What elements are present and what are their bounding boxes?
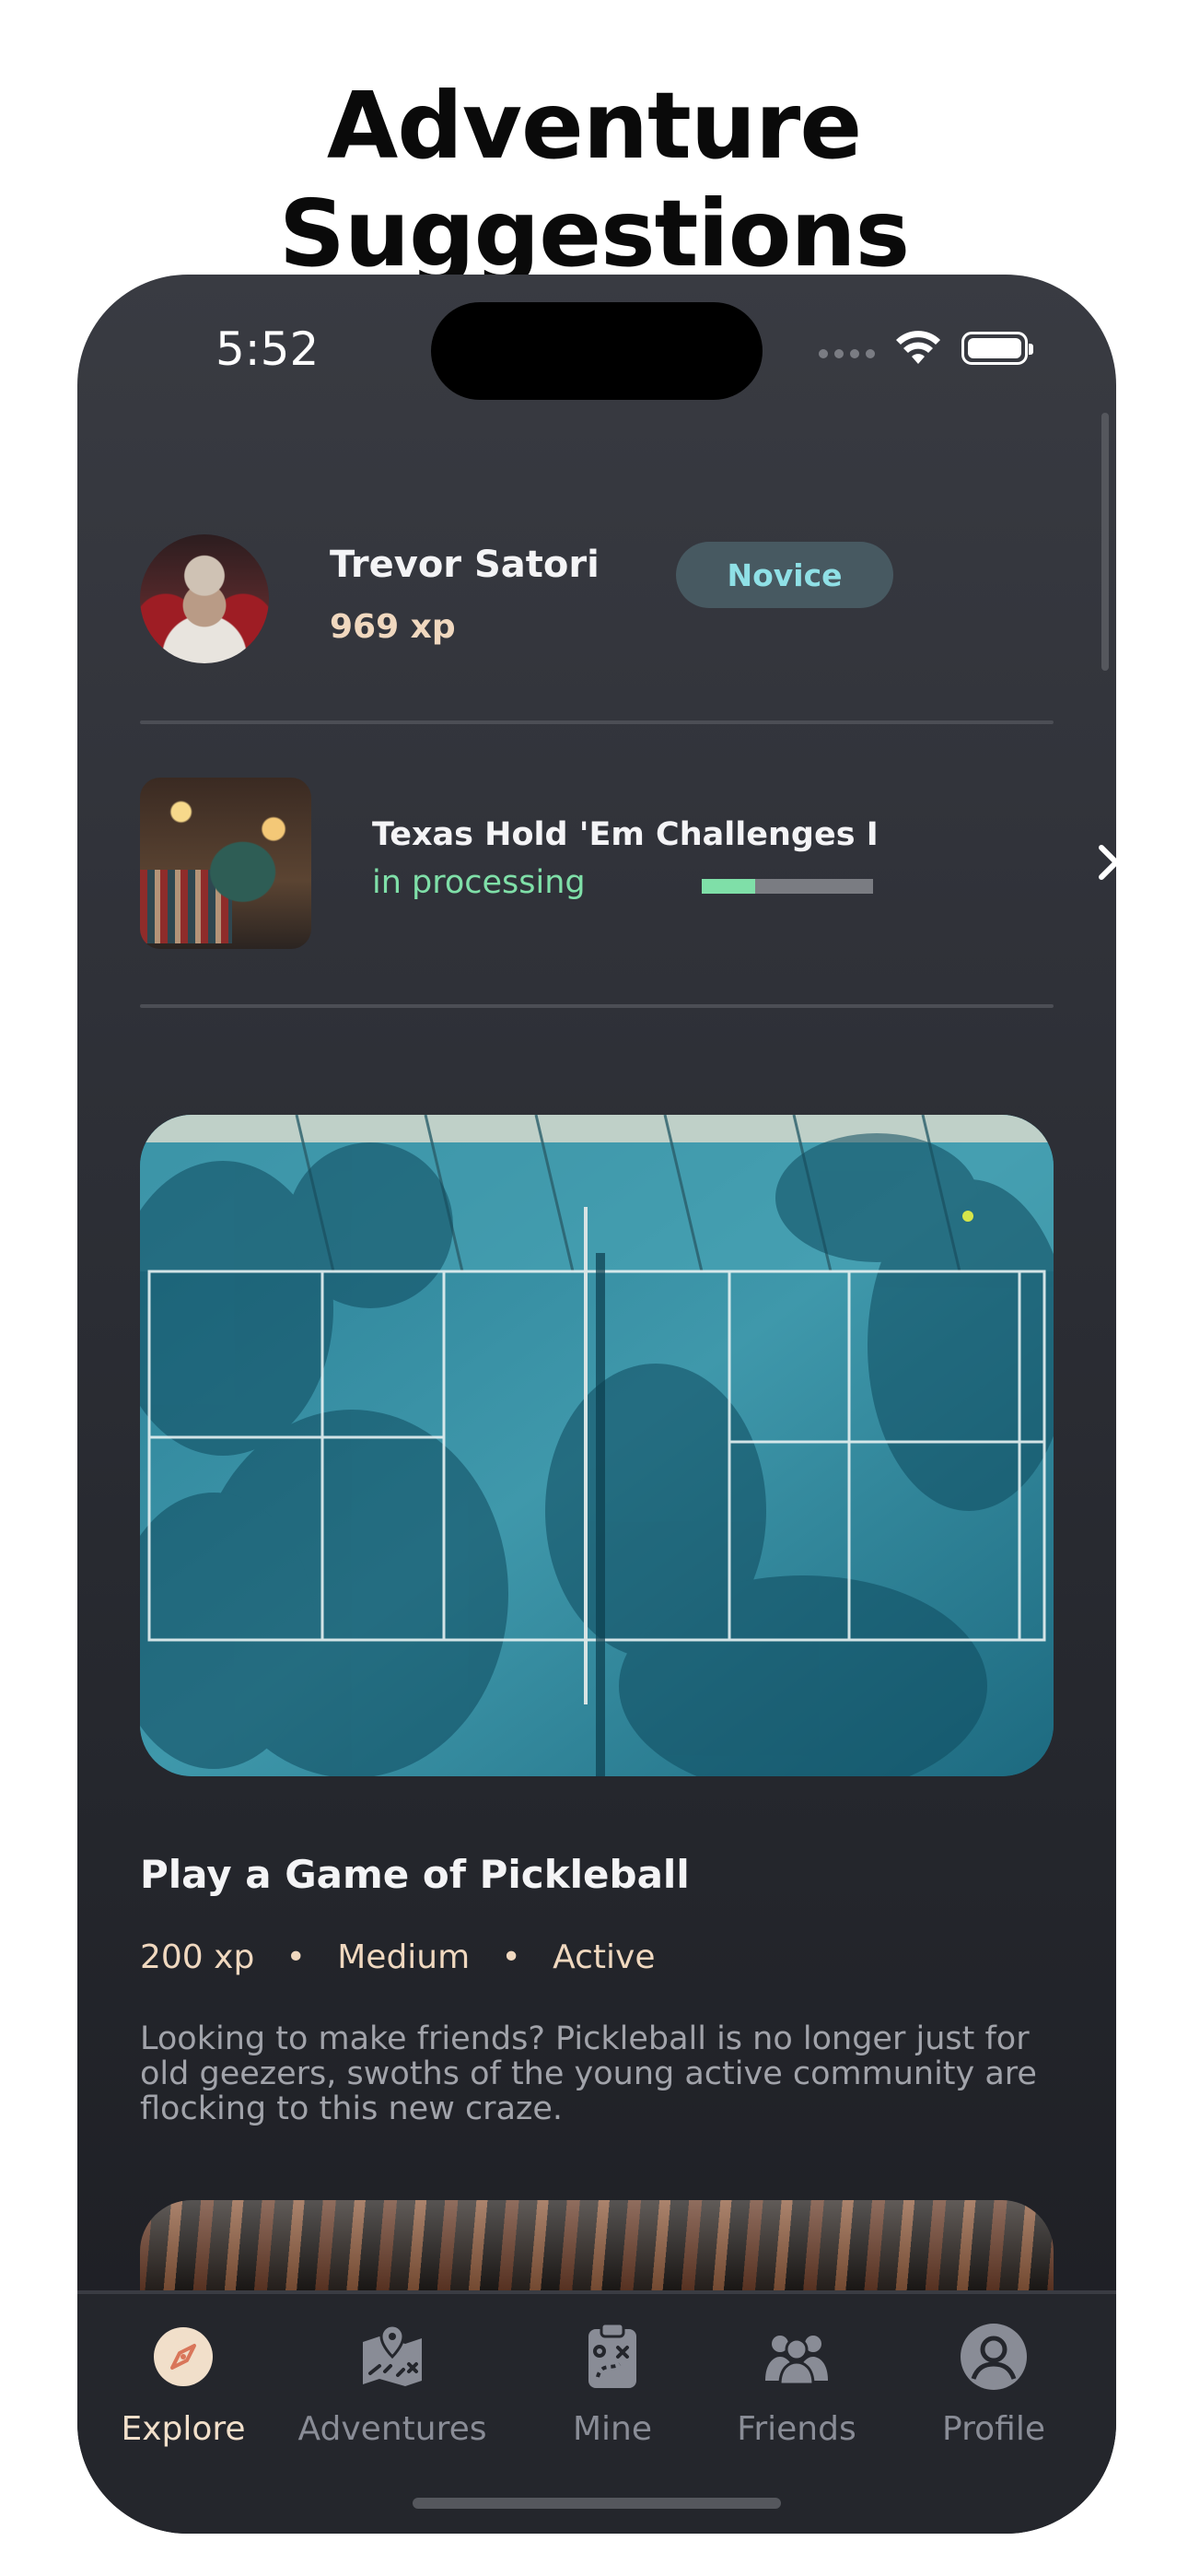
tab-label: Profile: [942, 2410, 1045, 2448]
scrollbar[interactable]: [1101, 413, 1109, 671]
tab-friends[interactable]: Friends: [691, 2320, 903, 2448]
suggestion-xp: 200 xp: [140, 1938, 255, 1976]
suggestion-meta: 200 xp • Medium • Active: [140, 1938, 655, 1976]
signal-icon: [819, 349, 875, 358]
current-challenge-card[interactable]: Texas Hold 'Em Challenges I in processin…: [140, 778, 1116, 949]
profile-summary[interactable]: Trevor Satori 969 xp Novice: [140, 534, 1054, 663]
challenge-progress-bar: [702, 879, 873, 894]
user-xp: 969 xp: [330, 608, 456, 646]
person-icon: [961, 2324, 1027, 2390]
battery-icon: [961, 332, 1033, 365]
challenge-thumbnail: [140, 778, 311, 949]
tab-label: Friends: [737, 2410, 856, 2448]
meta-separator: •: [501, 1938, 521, 1976]
home-indicator[interactable]: [413, 2498, 781, 2509]
friends-icon: [765, 2336, 828, 2386]
tab-explore[interactable]: Explore: [77, 2320, 289, 2448]
status-icons: [819, 330, 1033, 367]
challenge-title: Texas Hold 'Em Challenges I: [372, 816, 879, 853]
challenge-status: in processing: [372, 864, 586, 901]
wifi-icon: [896, 331, 940, 364]
suggestion-description: Looking to make friends? Pickleball is n…: [140, 2020, 1037, 2127]
tab-mine[interactable]: Mine: [507, 2320, 718, 2448]
divider: [140, 1004, 1054, 1008]
suggestion-difficulty: Medium: [337, 1938, 471, 1976]
tab-adventures[interactable]: Adventures: [286, 2320, 498, 2448]
suggestion-title[interactable]: Play a Game of Pickleball: [140, 1852, 690, 1897]
tab-label: Adventures: [297, 2410, 487, 2448]
divider: [140, 720, 1054, 724]
level-badge: Novice: [676, 542, 893, 608]
suggestion-image[interactable]: [140, 1115, 1054, 1776]
clipboard-icon: [588, 2322, 636, 2388]
page-title: Adventure Suggestions: [278, 72, 910, 287]
dynamic-island: [431, 302, 763, 400]
chevron-right-icon[interactable]: [1090, 835, 1116, 890]
progress-fill: [702, 879, 755, 894]
avatar[interactable]: [140, 534, 269, 663]
next-suggestion-image[interactable]: [140, 2200, 1054, 2292]
map-icon: [363, 2324, 422, 2386]
status-time: 5:52: [215, 322, 320, 376]
user-name: Trevor Satori: [330, 544, 600, 586]
compass-icon: [154, 2327, 213, 2386]
tab-label: Explore: [121, 2410, 246, 2448]
tab-label: Mine: [572, 2410, 653, 2448]
pickleball-court-image: [140, 1115, 1054, 1776]
phone-screen: 5:52 Trevor Satori 969 xp Novice Texas H…: [77, 275, 1116, 2534]
meta-separator: •: [285, 1938, 306, 1976]
tab-profile[interactable]: Profile: [888, 2320, 1100, 2448]
suggestion-category: Active: [553, 1938, 656, 1976]
